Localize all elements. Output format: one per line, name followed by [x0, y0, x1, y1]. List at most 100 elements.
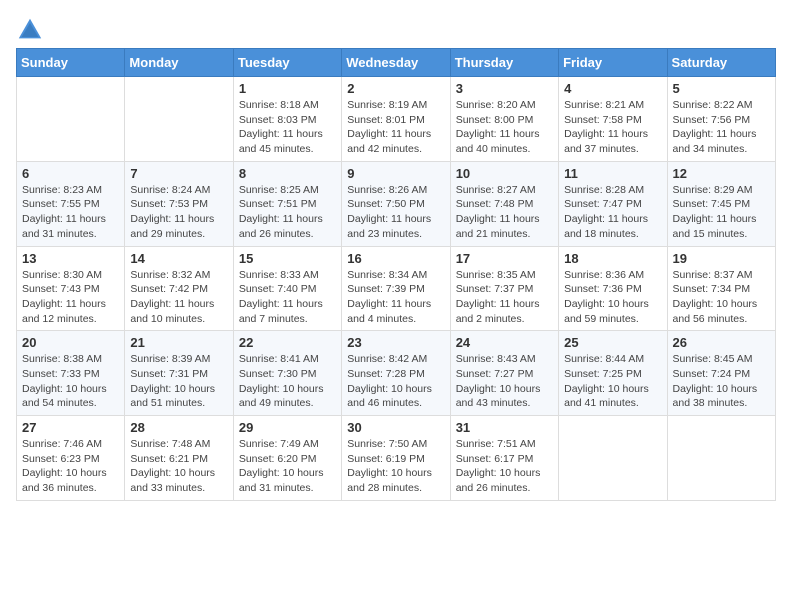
day-number: 12 — [673, 166, 770, 181]
weekday-header-sunday: Sunday — [17, 49, 125, 77]
calendar-cell: 27 Sunrise: 7:46 AM Sunset: 6:23 PM Dayli… — [17, 416, 125, 501]
calendar-cell: 31 Sunrise: 7:51 AM Sunset: 6:17 PM Dayli… — [450, 416, 558, 501]
day-info: Sunrise: 8:36 AM Sunset: 7:36 PM Dayligh… — [564, 268, 661, 327]
day-info: Sunrise: 8:18 AM Sunset: 8:03 PM Dayligh… — [239, 98, 336, 157]
day-info: Sunrise: 8:29 AM Sunset: 7:45 PM Dayligh… — [673, 183, 770, 242]
day-info: Sunrise: 8:22 AM Sunset: 7:56 PM Dayligh… — [673, 98, 770, 157]
calendar-cell: 10 Sunrise: 8:27 AM Sunset: 7:48 PM Dayli… — [450, 161, 558, 246]
day-info: Sunrise: 8:26 AM Sunset: 7:50 PM Dayligh… — [347, 183, 444, 242]
day-number: 29 — [239, 420, 336, 435]
calendar-cell: 20 Sunrise: 8:38 AM Sunset: 7:33 PM Dayli… — [17, 331, 125, 416]
calendar-week-row: 1 Sunrise: 8:18 AM Sunset: 8:03 PM Daylig… — [17, 77, 776, 162]
calendar-cell: 17 Sunrise: 8:35 AM Sunset: 7:37 PM Dayli… — [450, 246, 558, 331]
day-info: Sunrise: 8:43 AM Sunset: 7:27 PM Dayligh… — [456, 352, 553, 411]
weekday-header-row: SundayMondayTuesdayWednesdayThursdayFrid… — [17, 49, 776, 77]
calendar-cell: 9 Sunrise: 8:26 AM Sunset: 7:50 PM Daylig… — [342, 161, 450, 246]
calendar-cell: 22 Sunrise: 8:41 AM Sunset: 7:30 PM Dayli… — [233, 331, 341, 416]
day-info: Sunrise: 8:21 AM Sunset: 7:58 PM Dayligh… — [564, 98, 661, 157]
logo — [16, 16, 48, 44]
calendar-cell: 19 Sunrise: 8:37 AM Sunset: 7:34 PM Dayli… — [667, 246, 775, 331]
day-number: 19 — [673, 251, 770, 266]
day-info: Sunrise: 8:44 AM Sunset: 7:25 PM Dayligh… — [564, 352, 661, 411]
calendar-cell: 8 Sunrise: 8:25 AM Sunset: 7:51 PM Daylig… — [233, 161, 341, 246]
calendar-cell: 6 Sunrise: 8:23 AM Sunset: 7:55 PM Daylig… — [17, 161, 125, 246]
calendar-cell — [125, 77, 233, 162]
calendar-cell: 26 Sunrise: 8:45 AM Sunset: 7:24 PM Dayli… — [667, 331, 775, 416]
day-number: 31 — [456, 420, 553, 435]
day-info: Sunrise: 8:25 AM Sunset: 7:51 PM Dayligh… — [239, 183, 336, 242]
calendar-cell: 15Sunrise: 8:33 AM Sunset: 7:40 PM Dayli… — [233, 246, 341, 331]
day-info: Sunrise: 8:20 AM Sunset: 8:00 PM Dayligh… — [456, 98, 553, 157]
day-info: Sunrise: 8:34 AM Sunset: 7:39 PM Dayligh… — [347, 268, 444, 327]
day-info: Sunrise: 8:23 AM Sunset: 7:55 PM Dayligh… — [22, 183, 119, 242]
day-info: Sunrise: 8:37 AM Sunset: 7:34 PM Dayligh… — [673, 268, 770, 327]
day-number: 18 — [564, 251, 661, 266]
day-number: 8 — [239, 166, 336, 181]
day-info: Sunrise: 8:28 AM Sunset: 7:47 PM Dayligh… — [564, 183, 661, 242]
day-info: Sunrise: 7:49 AM Sunset: 6:20 PM Dayligh… — [239, 437, 336, 496]
calendar-cell: 11 Sunrise: 8:28 AM Sunset: 7:47 PM Dayli… — [559, 161, 667, 246]
day-info: Sunrise: 8:42 AM Sunset: 7:28 PM Dayligh… — [347, 352, 444, 411]
weekday-header-monday: Monday — [125, 49, 233, 77]
weekday-header-tuesday: Tuesday — [233, 49, 341, 77]
day-info: Sunrise: 8:19 AM Sunset: 8:01 PM Dayligh… — [347, 98, 444, 157]
calendar-cell: 12 Sunrise: 8:29 AM Sunset: 7:45 PM Dayli… — [667, 161, 775, 246]
day-info: Sunrise: 8:35 AM Sunset: 7:37 PM Dayligh… — [456, 268, 553, 327]
logo-icon — [16, 16, 44, 44]
calendar-cell: 16 Sunrise: 8:34 AM Sunset: 7:39 PM Dayli… — [342, 246, 450, 331]
day-number: 4 — [564, 81, 661, 96]
day-number: 1 — [239, 81, 336, 96]
day-info: Sunrise: 8:45 AM Sunset: 7:24 PM Dayligh… — [673, 352, 770, 411]
day-number: 16 — [347, 251, 444, 266]
day-number: 3 — [456, 81, 553, 96]
weekday-header-thursday: Thursday — [450, 49, 558, 77]
day-number: 24 — [456, 335, 553, 350]
calendar-cell: 18 Sunrise: 8:36 AM Sunset: 7:36 PM Dayli… — [559, 246, 667, 331]
day-number: 5 — [673, 81, 770, 96]
calendar-cell: 5 Sunrise: 8:22 AM Sunset: 7:56 PM Daylig… — [667, 77, 775, 162]
day-info: Sunrise: 8:27 AM Sunset: 7:48 PM Dayligh… — [456, 183, 553, 242]
weekday-header-saturday: Saturday — [667, 49, 775, 77]
day-number: 10 — [456, 166, 553, 181]
calendar-cell: 28 Sunrise: 7:48 AM Sunset: 6:21 PM Dayli… — [125, 416, 233, 501]
calendar-cell: 23 Sunrise: 8:42 AM Sunset: 7:28 PM Dayli… — [342, 331, 450, 416]
calendar-cell: 13 Sunrise: 8:30 AM Sunset: 7:43 PM Dayli… — [17, 246, 125, 331]
calendar-cell: 7Sunrise: 8:24 AM Sunset: 7:53 PM Daylig… — [125, 161, 233, 246]
day-number: 6 — [22, 166, 119, 181]
day-info: Sunrise: 7:48 AM Sunset: 6:21 PM Dayligh… — [130, 437, 227, 496]
calendar-week-row: 13 Sunrise: 8:30 AM Sunset: 7:43 PM Dayli… — [17, 246, 776, 331]
day-number: 26 — [673, 335, 770, 350]
day-number: 2 — [347, 81, 444, 96]
day-info: Sunrise: 8:30 AM Sunset: 7:43 PM Dayligh… — [22, 268, 119, 327]
calendar-cell: 14Sunrise: 8:32 AM Sunset: 7:42 PM Dayli… — [125, 246, 233, 331]
day-info: Sunrise: 8:24 AM Sunset: 7:53 PM Dayligh… — [130, 183, 227, 242]
day-number: 28 — [130, 420, 227, 435]
calendar-cell: 21Sunrise: 8:39 AM Sunset: 7:31 PM Dayli… — [125, 331, 233, 416]
calendar-cell: 29 Sunrise: 7:49 AM Sunset: 6:20 PM Dayli… — [233, 416, 341, 501]
day-info: Sunrise: 8:38 AM Sunset: 7:33 PM Dayligh… — [22, 352, 119, 411]
calendar-cell: 4 Sunrise: 8:21 AM Sunset: 7:58 PM Daylig… — [559, 77, 667, 162]
day-number: 13 — [22, 251, 119, 266]
day-number: 17 — [456, 251, 553, 266]
day-info: Sunrise: 7:51 AM Sunset: 6:17 PM Dayligh… — [456, 437, 553, 496]
day-number: 11 — [564, 166, 661, 181]
day-number: 9 — [347, 166, 444, 181]
calendar-cell: 1 Sunrise: 8:18 AM Sunset: 8:03 PM Daylig… — [233, 77, 341, 162]
day-info: Sunrise: 7:50 AM Sunset: 6:19 PM Dayligh… — [347, 437, 444, 496]
calendar-week-row: 6 Sunrise: 8:23 AM Sunset: 7:55 PM Daylig… — [17, 161, 776, 246]
day-number: 22 — [239, 335, 336, 350]
calendar-week-row: 20 Sunrise: 8:38 AM Sunset: 7:33 PM Dayli… — [17, 331, 776, 416]
calendar-cell: 3 Sunrise: 8:20 AM Sunset: 8:00 PM Daylig… — [450, 77, 558, 162]
calendar-week-row: 27 Sunrise: 7:46 AM Sunset: 6:23 PM Dayli… — [17, 416, 776, 501]
calendar-cell — [17, 77, 125, 162]
day-info: Sunrise: 8:33 AM Sunset: 7:40 PM Dayligh… — [239, 268, 336, 327]
day-number: 20 — [22, 335, 119, 350]
calendar-table: SundayMondayTuesdayWednesdayThursdayFrid… — [16, 48, 776, 501]
day-number: 23 — [347, 335, 444, 350]
calendar-cell — [667, 416, 775, 501]
day-number: 27 — [22, 420, 119, 435]
day-info: Sunrise: 8:32 AM Sunset: 7:42 PM Dayligh… — [130, 268, 227, 327]
day-info: Sunrise: 7:46 AM Sunset: 6:23 PM Dayligh… — [22, 437, 119, 496]
day-number: 21 — [130, 335, 227, 350]
day-info: Sunrise: 8:41 AM Sunset: 7:30 PM Dayligh… — [239, 352, 336, 411]
